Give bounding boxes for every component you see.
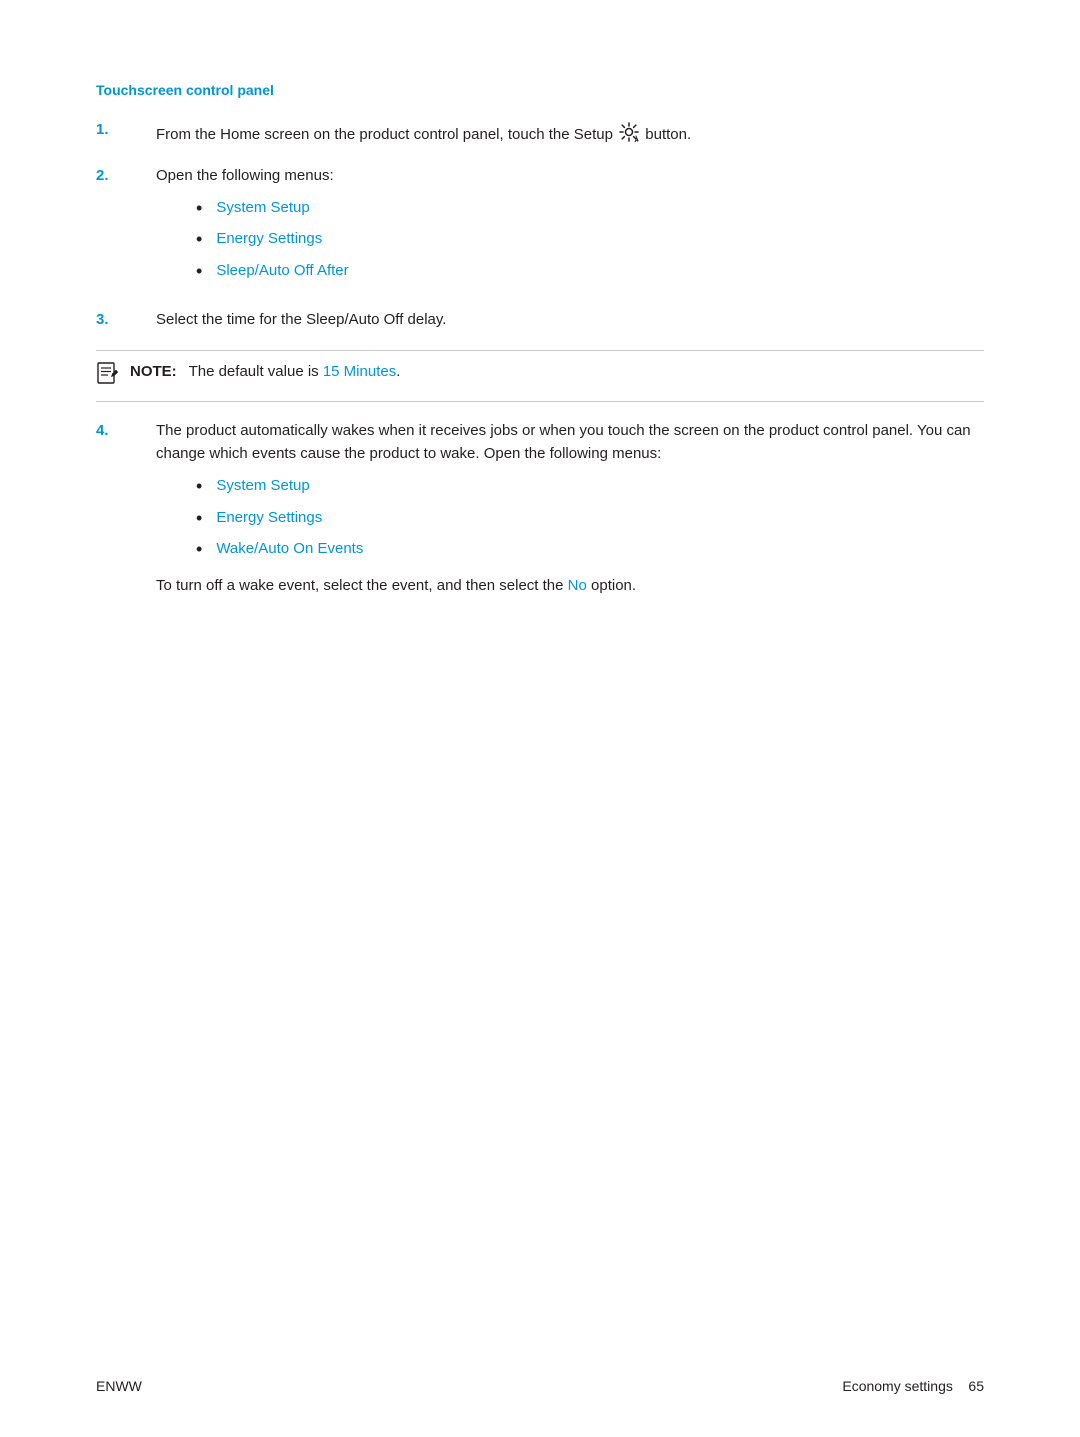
note-highlight: 15 Minutes [323, 363, 396, 380]
bullet-icon: • [196, 197, 202, 220]
step-4-text: The product automatically wakes when it … [156, 422, 971, 462]
note-label: NOTE: [130, 363, 177, 380]
list-item: • System Setup [196, 475, 984, 498]
list-item: • System Setup [196, 197, 984, 220]
system-setup-link-1: System Setup [216, 197, 309, 220]
step-2: 2. Open the following menus: • System Se… [96, 165, 984, 292]
list-item: • Sleep/Auto Off After [196, 260, 984, 283]
step-2-content: Open the following menus: • System Setup… [156, 165, 984, 292]
setup-icon [619, 122, 639, 150]
note-icon [96, 362, 120, 392]
energy-settings-link-1: Energy Settings [216, 228, 322, 251]
step-2-text: Open the following menus: [156, 167, 334, 184]
note-content: NOTE: The default value is 15 Minutes. [130, 361, 400, 384]
step-3-content: Select the time for the Sleep/Auto Off d… [156, 309, 984, 332]
step-3: 3. Select the time for the Sleep/Auto Of… [96, 309, 984, 332]
bullet-icon: • [196, 475, 202, 498]
step-4: 4. The product automatically wakes when … [96, 420, 984, 598]
system-setup-link-2: System Setup [216, 475, 309, 498]
section-title: Touchscreen control panel [96, 80, 984, 101]
step-2-number: 2. [96, 165, 156, 188]
step-1-text-after: button. [641, 126, 691, 143]
step-1-number: 1. [96, 119, 156, 142]
bullet-icon: • [196, 538, 202, 561]
bullet-icon: • [196, 507, 202, 530]
page: Touchscreen control panel 1. From the Ho… [0, 0, 1080, 1437]
bullet-icon: • [196, 228, 202, 251]
step-2-sublist: • System Setup • Energy Settings • Sleep… [196, 197, 984, 283]
step-4-content: The product automatically wakes when it … [156, 420, 984, 598]
note-text-after: . [396, 363, 400, 380]
sleep-auto-off-link: Sleep/Auto Off After [216, 260, 348, 283]
list-item: • Wake/Auto On Events [196, 538, 984, 561]
bullet-icon: • [196, 260, 202, 283]
energy-settings-link-2: Energy Settings [216, 507, 322, 530]
footer-left: ENWW [96, 1376, 142, 1397]
list-item: • Energy Settings [196, 228, 984, 251]
step-4-footer-after: option. [587, 577, 636, 594]
step-1: 1. From the Home screen on the product c… [96, 119, 984, 147]
step-4-number: 4. [96, 420, 156, 443]
no-highlight: No [568, 577, 587, 594]
step-4-footer-before: To turn off a wake event, select the eve… [156, 577, 568, 594]
footer: ENWW Economy settings 65 [96, 1376, 984, 1397]
step-4-footer: To turn off a wake event, select the eve… [156, 575, 984, 598]
wake-auto-on-link: Wake/Auto On Events [216, 538, 363, 561]
step-1-text-before: From the Home screen on the product cont… [156, 126, 617, 143]
footer-section: Economy settings [842, 1378, 953, 1394]
footer-page-number: 65 [968, 1378, 984, 1394]
step-4-sublist: • System Setup • Energy Settings • Wake/… [196, 475, 984, 561]
step-1-content: From the Home screen on the product cont… [156, 119, 984, 147]
step-3-number: 3. [96, 309, 156, 332]
steps-container: 1. From the Home screen on the product c… [96, 119, 984, 598]
list-item: • Energy Settings [196, 507, 984, 530]
note-box: NOTE: The default value is 15 Minutes. [96, 350, 984, 403]
footer-right: Economy settings 65 [842, 1376, 984, 1397]
note-text-before: The default value is [189, 363, 323, 380]
